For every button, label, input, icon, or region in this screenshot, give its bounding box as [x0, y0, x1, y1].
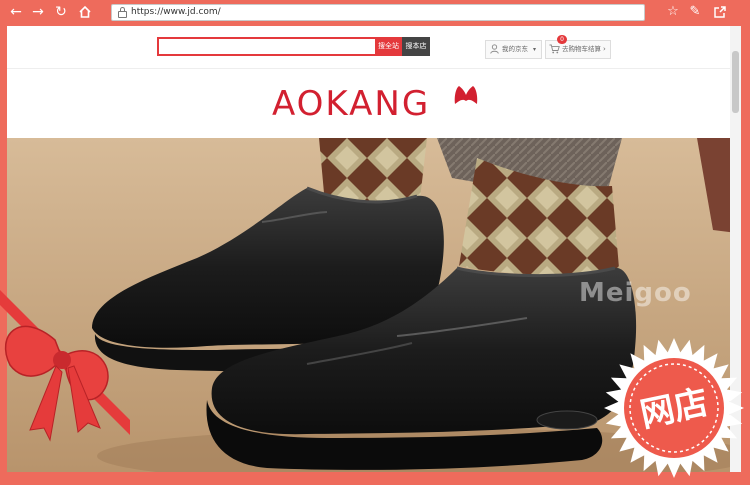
starburst-badge-icon: 网店	[604, 338, 744, 478]
my-jd-button[interactable]: 我的京东 ▾	[485, 40, 542, 59]
edit-icon[interactable]: ✎	[686, 3, 704, 21]
lock-icon	[118, 7, 127, 18]
cart-label: 去购物车结算	[562, 45, 601, 53]
chevron-down-icon: ▾	[533, 46, 537, 53]
url-text: https://www.jd.com/	[131, 7, 221, 17]
online-store-badge: 网店	[601, 335, 747, 481]
address-bar[interactable]: https://www.jd.com/	[111, 4, 645, 21]
cart-count-badge: 0	[557, 35, 567, 44]
home-icon[interactable]	[75, 2, 95, 22]
cart-button[interactable]: 去购物车结算 ›	[545, 40, 611, 59]
ribbon-bow-icon	[0, 290, 130, 442]
store-logo[interactable]: AOKANG	[272, 84, 430, 124]
forward-arrow-icon[interactable]: →	[28, 2, 48, 22]
logo-mark-icon	[454, 86, 478, 104]
scrollbar-thumb[interactable]	[732, 51, 739, 113]
browser-toolbar: ← → ↻ https://www.jd.com/ ☆ ✎	[0, 0, 750, 24]
user-icon	[490, 44, 499, 54]
search-input[interactable]	[157, 37, 377, 56]
search-all-button[interactable]: 搜全站	[375, 37, 402, 56]
back-arrow-icon[interactable]: ←	[6, 2, 26, 22]
share-icon[interactable]	[710, 3, 728, 21]
star-icon[interactable]: ☆	[664, 3, 682, 21]
chevron-right-icon: ›	[603, 45, 606, 53]
search-store-button[interactable]: 搜本店	[402, 37, 430, 56]
header-divider	[7, 68, 737, 69]
watermark-text: Meigoo	[579, 278, 692, 308]
refresh-icon[interactable]: ↻	[51, 2, 71, 22]
cart-icon	[549, 44, 560, 54]
my-jd-label: 我的京东	[502, 45, 528, 53]
